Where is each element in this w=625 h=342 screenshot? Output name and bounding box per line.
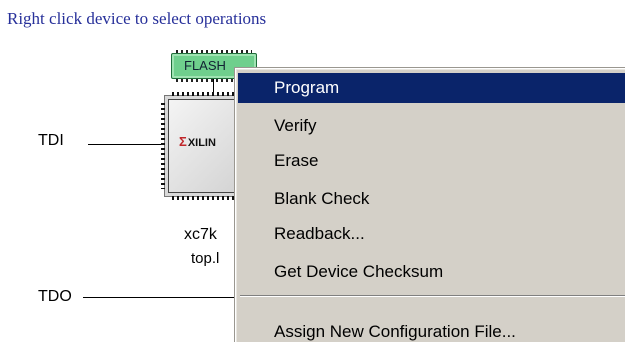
menu-item-erase[interactable]: Erase [238,146,625,176]
menu-item-program[interactable]: Program [238,73,625,103]
xilinx-logo-text: XILIN [187,137,216,149]
tdi-label: TDI [38,132,64,149]
menu-item-readback[interactable]: Readback... [238,219,625,249]
menu-item-verify[interactable]: Verify [238,111,625,141]
jtag-chain-canvas: Right click device to select operations … [0,0,625,342]
xilinx-logo: ΣXILIN [179,134,216,149]
tdo-wire [83,297,243,298]
menu-item-get-device-checksum[interactable]: Get Device Checksum [238,257,625,287]
tdo-label: TDO [38,288,72,305]
xilinx-sigma-icon: Σ [179,134,187,149]
flash-label: FLASH [184,58,226,73]
device-part-name: xc7k [184,226,217,243]
menu-item-assign-new-configuration-file[interactable]: Assign New Configuration File... [238,317,625,342]
flash-pins-top [176,50,252,53]
menu-separator [240,295,625,297]
menu-item-blank-check[interactable]: Blank Check [238,184,625,214]
device-config-file: top.l [191,250,220,267]
fpga-pins-left [161,103,165,189]
device-context-menu: Program Verify Erase Blank Check Readbac… [235,68,625,342]
instruction-text: Right click device to select operations [7,9,267,28]
